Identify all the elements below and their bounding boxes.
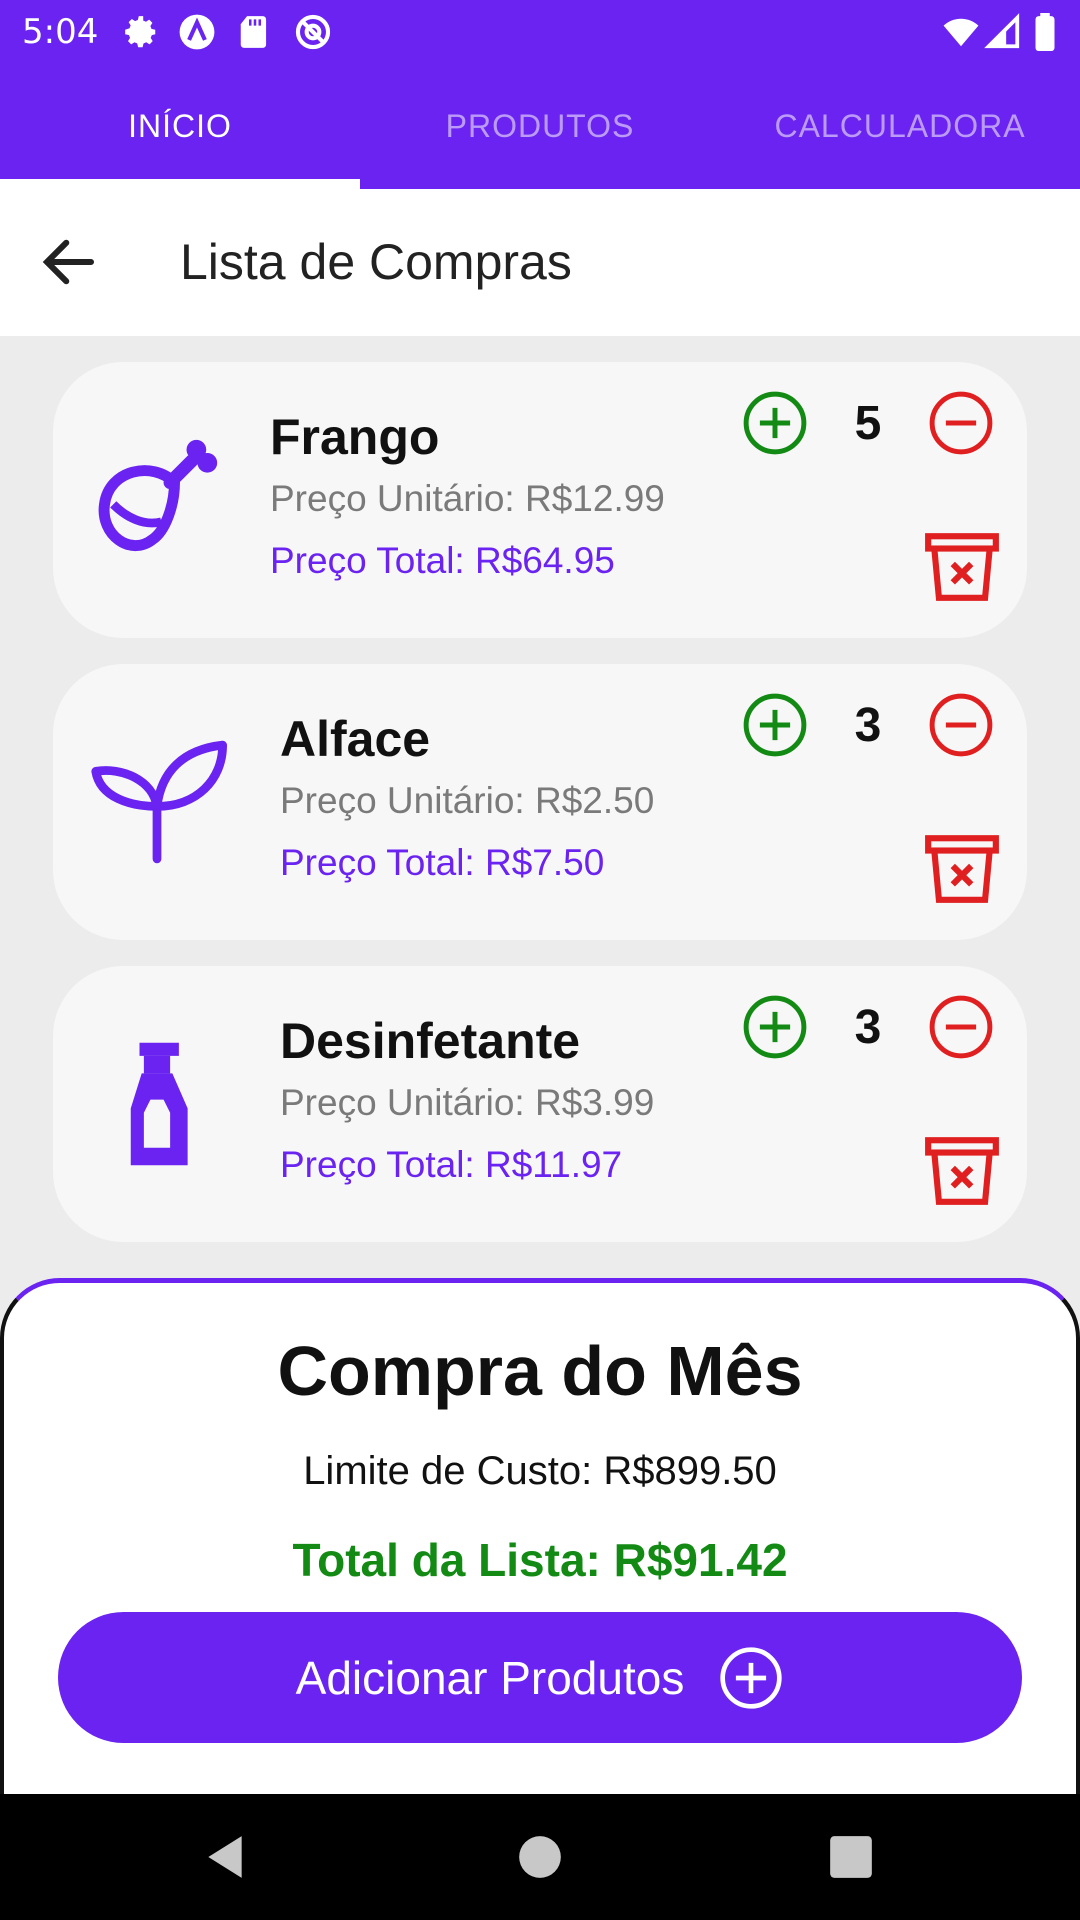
- minus-circle-icon[interactable]: [928, 692, 994, 758]
- status-time: 5:04: [22, 12, 99, 52]
- product-total-price: Preço Total: R$11.97: [280, 1144, 623, 1185]
- add-products-label: Adicionar Produtos: [295, 1651, 685, 1704]
- arrow-left-icon[interactable]: [36, 229, 102, 295]
- quantity-value: 5: [854, 397, 882, 450]
- app-top-bar: 5:04 INÍCIO PRODUTOS CALCULADORA: [0, 0, 1080, 189]
- chicken-leg-icon: [98, 439, 218, 551]
- status-bar: 5:04: [0, 0, 1080, 64]
- at-circle-icon: [295, 14, 331, 50]
- page-title: Lista de Compras: [180, 234, 572, 290]
- tab-calculadora[interactable]: CALCULADORA: [720, 64, 1080, 189]
- active-tab-indicator: [0, 179, 360, 189]
- gear-icon: [125, 16, 156, 48]
- spray-bottle-icon: [130, 1042, 188, 1166]
- plus-circle-icon[interactable]: [742, 692, 808, 758]
- product-name: Frango: [270, 409, 440, 465]
- product-name: Alface: [280, 711, 431, 767]
- plus-circle-icon: [720, 1646, 782, 1709]
- cost-limit: Limite de Custo: R$899.50: [303, 1449, 777, 1493]
- battery-icon: [1035, 13, 1055, 51]
- product-total-price: Preço Total: R$64.95: [270, 540, 615, 581]
- back-triangle-icon[interactable]: [200, 1832, 250, 1882]
- product-unit-price: Preço Unitário: R$3.99: [280, 1082, 655, 1123]
- minus-circle-icon[interactable]: [928, 390, 994, 456]
- tab-inicio[interactable]: INÍCIO: [0, 64, 360, 189]
- tab-bar: INÍCIO PRODUTOS CALCULADORA: [0, 64, 1080, 189]
- sd-card-icon: [240, 16, 267, 48]
- summary-title: Compra do Mês: [277, 1332, 803, 1410]
- home-circle-icon[interactable]: [515, 1832, 565, 1882]
- product-unit-price: Preço Unitário: R$2.50: [280, 780, 655, 821]
- add-products-button[interactable]: Adicionar Produtos: [58, 1612, 1022, 1743]
- product-name: Desinfetante: [280, 1013, 581, 1069]
- summary-sheet: Compra do Mês Limite de Custo: R$899.50 …: [0, 1278, 1080, 1794]
- delete-bin-icon[interactable]: [922, 1134, 1002, 1208]
- product-unit-price: Preço Unitário: R$12.99: [270, 478, 665, 519]
- product-card: Alface Preço Unitário: R$2.50 Preço Tota…: [53, 664, 1027, 940]
- tab-produtos[interactable]: PRODUTOS: [360, 64, 720, 189]
- quantity-value: 3: [854, 1001, 882, 1054]
- sprout-icon: [91, 740, 227, 864]
- wifi-icon: [943, 18, 979, 47]
- signal-icon: [984, 13, 1020, 49]
- plus-circle-icon[interactable]: [742, 390, 808, 456]
- plus-circle-icon[interactable]: [742, 994, 808, 1060]
- product-card: Desinfetante Preço Unitário: R$3.99 Preç…: [53, 966, 1027, 1242]
- list-total: Total da Lista: R$91.42: [292, 1534, 788, 1586]
- minus-circle-icon[interactable]: [928, 994, 994, 1060]
- quantity-value: 3: [854, 699, 882, 752]
- product-card: Frango Preço Unitário: R$12.99 Preço Tot…: [53, 362, 1027, 638]
- delete-bin-icon[interactable]: [922, 832, 1002, 906]
- recents-square-icon[interactable]: [826, 1832, 876, 1882]
- page-header: Lista de Compras: [0, 189, 1080, 336]
- delete-bin-icon[interactable]: [922, 530, 1002, 604]
- system-nav-bar: [0, 1794, 1080, 1920]
- app-a-icon: [179, 14, 215, 50]
- product-total-price: Preço Total: R$7.50: [280, 842, 605, 883]
